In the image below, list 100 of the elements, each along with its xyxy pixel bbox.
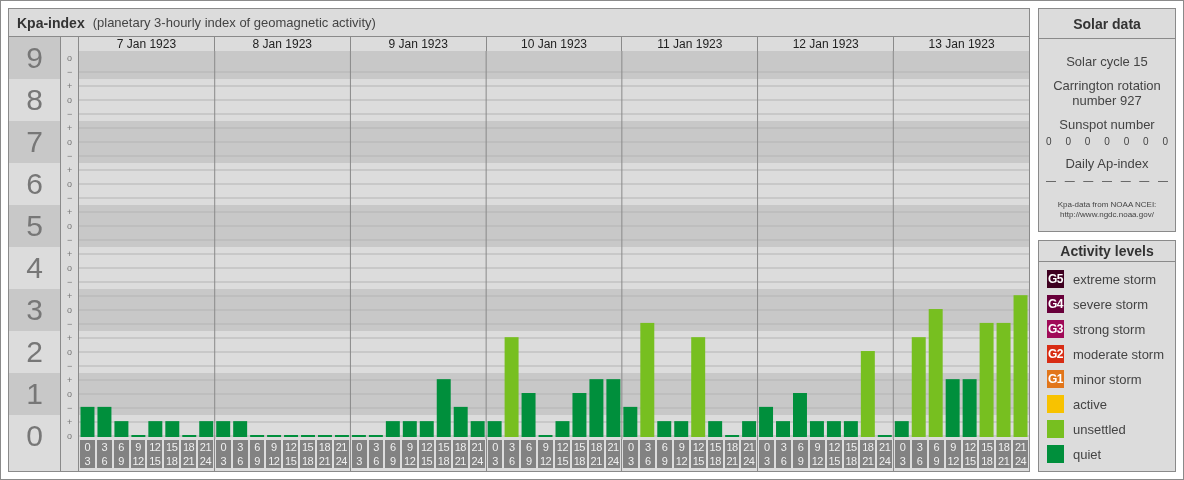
kp-bar <box>114 421 129 437</box>
hour-range-label: 9 12 <box>538 440 553 468</box>
kp-bar <box>521 393 536 437</box>
x-tick-label: 0 3 <box>628 440 634 468</box>
sublevel-mark: + <box>66 290 74 303</box>
sublevel-mark: o <box>66 262 74 275</box>
hour-range-label: 21 24 <box>1013 440 1029 468</box>
hour-range-label: 3 6 <box>504 440 520 468</box>
x-tick-label: 3 6 <box>509 440 515 468</box>
hour-range-label: 9 12 <box>130 440 146 468</box>
hour-range-label: 18 21 <box>724 440 740 468</box>
level-label: quiet <box>1073 446 1102 462</box>
kp-bar <box>674 421 689 437</box>
hour-range-label: 6 9 <box>657 440 672 468</box>
sublevel-mark: − <box>66 234 74 247</box>
kp-bar <box>606 379 621 437</box>
hour-range-label: 12 15 <box>690 440 706 468</box>
kp-bar <box>962 379 977 437</box>
level-label: strong storm <box>1073 321 1146 337</box>
sublevel-mark: − <box>66 66 74 79</box>
kp-bar <box>555 421 570 437</box>
kp-bar <box>843 421 858 437</box>
kp-level-label: 7 <box>26 124 43 160</box>
sunspot-value: 0 <box>1084 136 1091 147</box>
level-label: moderate storm <box>1073 346 1165 362</box>
x-tick-label: 6 9 <box>797 440 804 468</box>
sunspot-value: 0 <box>1143 136 1149 147</box>
sunspot-value: 0 <box>1104 136 1110 147</box>
hour-range-label: 0 3 <box>487 440 503 468</box>
hour-range-label: 15 18 <box>979 440 995 468</box>
kp-bar <box>199 421 214 437</box>
ap-index-value: — <box>1139 175 1150 186</box>
sublevel-mark: + <box>66 248 74 261</box>
hour-range-label: 12 15 <box>147 440 163 468</box>
x-tick-label: 6 9 <box>661 440 668 468</box>
solar-cycle-text: Solar cycle 15 <box>1066 54 1148 69</box>
sublevel-mark: − <box>66 360 74 373</box>
kp-bar <box>148 421 163 437</box>
hour-range-label: 12 15 <box>283 440 299 468</box>
hour-range-label: 6 9 <box>385 440 401 468</box>
x-tick-label: 6 9 <box>254 440 260 468</box>
kp-bar <box>623 406 638 437</box>
x-tick-label: 3 6 <box>237 440 243 468</box>
kp-bar <box>453 406 468 437</box>
hour-range-label: 12 15 <box>962 440 978 468</box>
ap-index-value: — <box>1046 175 1056 186</box>
panel-title: Kpa-index <box>17 14 85 31</box>
x-tick-label: 0 3 <box>492 440 498 468</box>
kp-bar <box>708 421 723 437</box>
hour-range-label: 21 24 <box>741 440 757 468</box>
ap-index-value: — <box>1101 175 1112 186</box>
level-label: unsettled <box>1073 421 1126 437</box>
hour-range-label: 12 15 <box>555 440 570 468</box>
hour-range-label: 15 18 <box>707 440 723 468</box>
sublevel-mark: + <box>66 374 74 387</box>
hour-range-label: 9 12 <box>674 440 689 468</box>
hour-range-label: 21 24 <box>469 440 485 468</box>
kp-bar <box>80 406 95 437</box>
sublevel-mark: − <box>66 108 74 121</box>
sublevel-mark: o <box>66 52 74 65</box>
x-tick-label: 0 3 <box>899 440 906 468</box>
kp-bar <box>894 421 909 437</box>
sublevel-mark: o <box>66 430 74 443</box>
sublevel-mark: o <box>66 388 74 401</box>
sunspot-value: 0 <box>1046 136 1052 147</box>
hour-range-label: 3 6 <box>640 440 656 468</box>
x-tick-label: 6 9 <box>933 440 940 468</box>
kp-bar <box>419 421 434 437</box>
hour-range-label: 6 9 <box>928 440 944 468</box>
hour-range-label: 21 24 <box>605 440 621 468</box>
hour-range-label: 21 24 <box>333 440 349 468</box>
level-label: active <box>1073 396 1107 412</box>
kp-level-label: 9 <box>26 40 43 76</box>
kp-bar <box>589 379 604 437</box>
kp-level-label: 6 <box>26 166 43 202</box>
x-tick-label: 6 9 <box>118 440 124 468</box>
sublevel-mark: o <box>66 304 74 317</box>
hour-range-label: 15 18 <box>436 440 451 468</box>
hour-range-label: 0 3 <box>895 440 910 468</box>
kp-bar <box>759 406 774 437</box>
sunspot-value: 0 <box>1065 136 1071 147</box>
x-tick-label: 3 6 <box>373 440 379 468</box>
sublevel-mark: − <box>66 402 74 415</box>
hour-range-label: 6 9 <box>249 440 265 468</box>
level-label: extreme storm <box>1073 271 1157 287</box>
hour-range-label: 12 15 <box>826 440 842 468</box>
hour-range-label: 21 24 <box>877 440 893 468</box>
kp-level-label: 1 <box>26 376 43 412</box>
hour-range-label: 18 21 <box>588 440 604 468</box>
x-tick-label: 3 6 <box>644 440 651 468</box>
hour-range-label: 0 3 <box>759 440 775 468</box>
kp-bar <box>742 421 757 437</box>
panel-subtitle: (planetary 3-hourly index of geomagnetic activity) <box>92 15 376 30</box>
hour-range-label: 18 21 <box>317 440 332 468</box>
x-tick-label: 0 3 <box>356 440 362 468</box>
hour-range-label: 0 3 <box>351 440 367 468</box>
hour-range-label: 18 21 <box>181 440 196 468</box>
kp-level-label: 4 <box>26 250 43 286</box>
ap-index-value: — <box>1064 175 1075 186</box>
sublevel-mark: − <box>66 150 74 163</box>
